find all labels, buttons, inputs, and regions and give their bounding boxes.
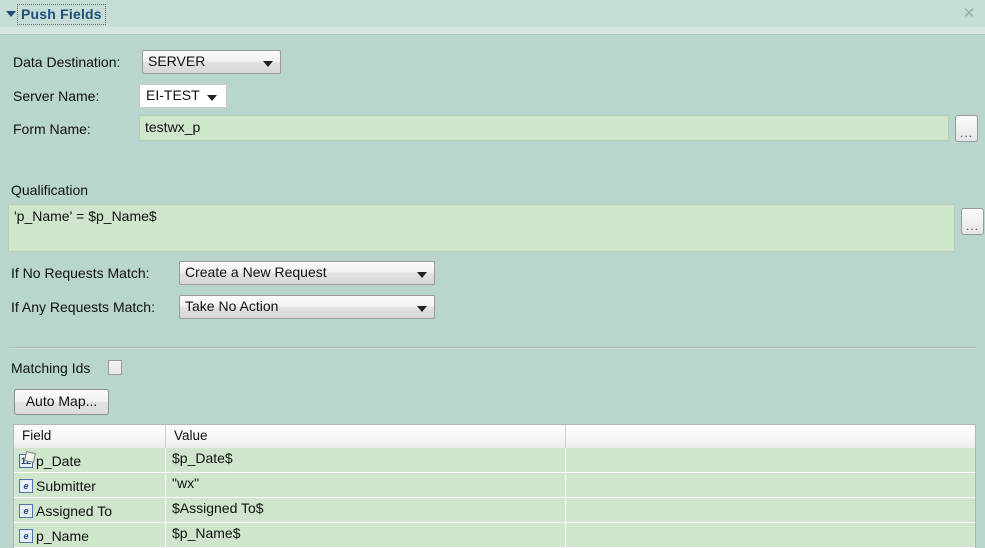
if-no-requests-match-value: Create a New Request: [185, 264, 327, 280]
if-any-requests-match-value: Take No Action: [185, 298, 279, 314]
character-field-icon: e: [19, 504, 33, 518]
mapping-table: Field Value 12 p_Date $p_Date$ e Submitt…: [13, 424, 976, 548]
if-any-requests-match-dropdown[interactable]: Take No Action: [179, 295, 435, 319]
if-any-requests-match-label: If Any Requests Match:: [11, 299, 155, 315]
field-name: p_Name: [36, 528, 89, 544]
cell-extra: [566, 473, 975, 497]
triangle-down-icon[interactable]: [6, 11, 16, 17]
field-name: Submitter: [36, 478, 96, 494]
column-header-value[interactable]: Value: [166, 425, 566, 448]
if-no-requests-match-dropdown[interactable]: Create a New Request: [179, 261, 435, 285]
chevron-down-icon: [207, 95, 217, 101]
qualification-label: Qualification: [11, 182, 89, 198]
field-name: Assigned To: [36, 503, 113, 519]
cell-extra: [566, 448, 975, 472]
ellipsis-icon: ...: [959, 126, 973, 140]
data-destination-dropdown[interactable]: SERVER: [142, 50, 281, 74]
data-destination-value: SERVER: [148, 53, 206, 69]
table-row[interactable]: 12 p_Date $p_Date$: [14, 448, 975, 473]
server-name-value: EI-TEST: [146, 87, 200, 103]
chevron-down-icon: [263, 61, 273, 67]
auto-map-button[interactable]: Auto Map...: [14, 389, 109, 415]
cell-value: $Assigned To$: [166, 498, 566, 522]
matching-ids-label: Matching Ids: [11, 360, 91, 376]
field-name: p_Date: [36, 453, 82, 469]
chevron-down-icon: [417, 306, 427, 312]
cell-field: e Submitter: [14, 473, 166, 497]
chevron-down-icon: [417, 272, 427, 278]
character-field-icon: e: [19, 479, 33, 493]
panel-header: Push Fields ✕: [0, 0, 985, 27]
header-divider: [0, 34, 985, 35]
column-header-extra[interactable]: [566, 425, 975, 448]
section-divider: [9, 347, 976, 349]
server-name-dropdown[interactable]: EI-TEST: [139, 84, 227, 108]
if-no-requests-match-label: If No Requests Match:: [11, 265, 150, 281]
header-band: [0, 27, 985, 34]
cell-value: "wx": [166, 473, 566, 497]
matching-ids-checkbox[interactable]: [108, 360, 122, 375]
cell-extra: [566, 523, 975, 547]
ellipsis-icon: ...: [965, 219, 979, 233]
server-name-label: Server Name:: [13, 88, 100, 104]
table-header-row: Field Value: [14, 425, 975, 448]
cell-value: $p_Name$: [166, 523, 566, 547]
qualification-browse-button[interactable]: ...: [961, 208, 984, 235]
page-title: Push Fields: [17, 4, 106, 25]
cell-field: e Assigned To: [14, 498, 166, 522]
date-field-icon: 12: [19, 454, 33, 468]
cell-field: e p_Name: [14, 523, 166, 547]
table-row[interactable]: e Assigned To $Assigned To$: [14, 498, 975, 523]
form-name-label: Form Name:: [13, 121, 91, 137]
data-destination-label: Data Destination:: [13, 54, 121, 70]
qualification-input[interactable]: 'p_Name' = $p_Name$: [8, 204, 955, 252]
form-name-input[interactable]: testwx_p: [139, 115, 949, 141]
character-field-icon: e: [19, 529, 33, 543]
table-row[interactable]: e p_Name $p_Name$: [14, 523, 975, 548]
cell-field: 12 p_Date: [14, 448, 166, 472]
cell-extra: [566, 498, 975, 522]
column-header-field[interactable]: Field: [14, 425, 166, 448]
table-row[interactable]: e Submitter "wx": [14, 473, 975, 498]
close-icon[interactable]: ✕: [961, 6, 977, 22]
cell-value: $p_Date$: [166, 448, 566, 472]
form-name-browse-button[interactable]: ...: [955, 115, 978, 142]
